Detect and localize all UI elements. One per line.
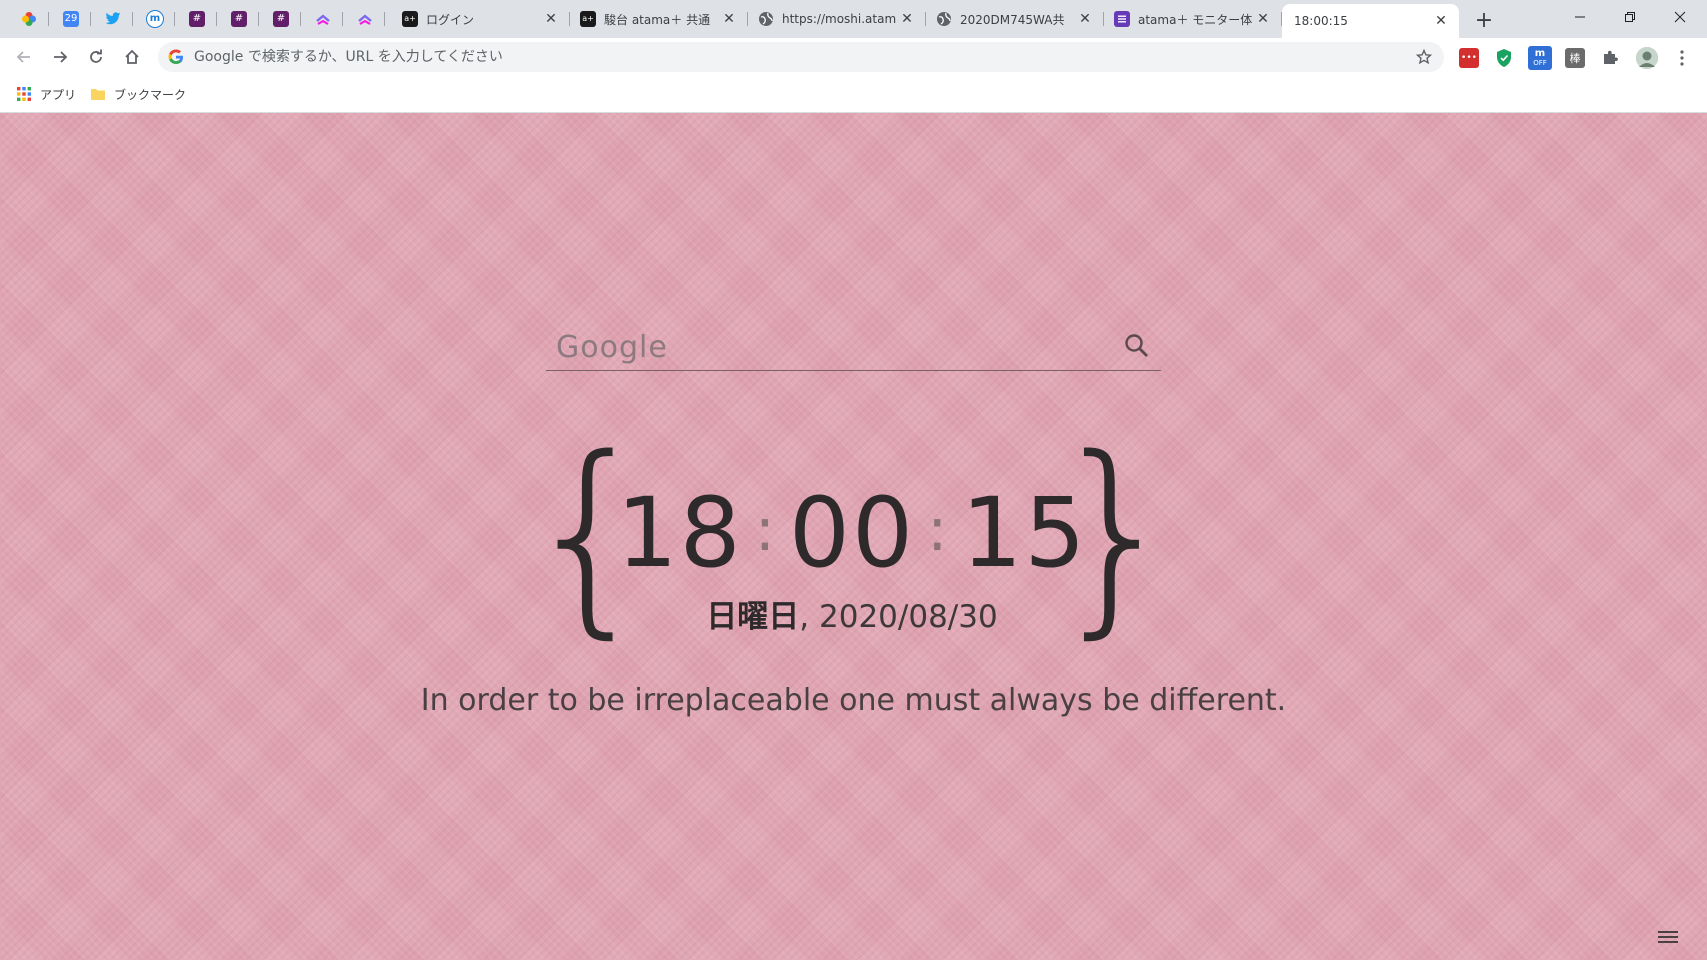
quote-text: In order to be irreplaceable one must al… bbox=[420, 683, 1287, 718]
search-icon[interactable] bbox=[1123, 332, 1151, 360]
forward-button[interactable] bbox=[46, 43, 74, 71]
close-icon[interactable]: ✕ bbox=[1433, 13, 1449, 29]
tab-title: 18:00:15 bbox=[1294, 14, 1348, 28]
hamburger-menu-icon[interactable] bbox=[1657, 928, 1679, 946]
off-label: OFF bbox=[1533, 59, 1547, 67]
tab-sundai-atama[interactable]: a+ 駿台 atama＋ 共通 ✕ bbox=[570, 4, 748, 34]
tab-title: 2020DM745WA共 bbox=[960, 12, 1065, 27]
calendar-icon: 29 bbox=[63, 11, 79, 27]
reload-button[interactable] bbox=[82, 43, 110, 71]
forward-arrow-icon bbox=[54, 51, 68, 63]
google-g-icon bbox=[168, 49, 184, 65]
minimize-button[interactable] bbox=[1555, 0, 1605, 34]
pinned-tab-calendar[interactable]: 29 bbox=[52, 4, 91, 34]
home-button[interactable] bbox=[118, 43, 146, 71]
pinned-tab-slack-1[interactable]: # bbox=[178, 4, 217, 34]
lastpass-icon[interactable]: ••• bbox=[1459, 48, 1479, 68]
date-weekday: 日曜日 bbox=[706, 599, 800, 635]
clock-separator: : bbox=[927, 495, 950, 565]
tab-strip: 29 m # # # a+ ログイン ✕ a+ 駿台 atama＋ 共通 ✕ h… bbox=[0, 0, 1707, 38]
tab-2020dm745wa[interactable]: 2020DM745WA共 ✕ bbox=[926, 4, 1104, 34]
bookmark-star-icon[interactable] bbox=[1414, 47, 1434, 67]
avatar[interactable] bbox=[1636, 47, 1658, 69]
restore-icon bbox=[1625, 12, 1635, 22]
tab-moshi-atama[interactable]: https://moshi.atam ✕ bbox=[748, 4, 926, 34]
clickup-icon bbox=[315, 11, 331, 27]
clock-separator: : bbox=[754, 495, 777, 565]
close-icon[interactable]: ✕ bbox=[721, 11, 737, 27]
reload-icon bbox=[90, 49, 102, 63]
close-icon[interactable]: ✕ bbox=[899, 11, 915, 27]
tab-title: atama＋ モニター体 bbox=[1138, 12, 1253, 27]
pinned-tab-slack-2[interactable]: # bbox=[220, 4, 259, 34]
clock-date: 日曜日, 2020/08/30 bbox=[522, 591, 1182, 636]
close-icon[interactable]: ✕ bbox=[543, 11, 559, 27]
address-input[interactable] bbox=[192, 48, 1396, 66]
new-tab-page: { } 18:00:15 日曜日, 2020/08/30 In order to… bbox=[0, 113, 1707, 960]
pinwheel-icon bbox=[21, 11, 37, 27]
pinned-tab-clickup-2[interactable] bbox=[346, 4, 385, 34]
slack-icon: # bbox=[273, 11, 289, 27]
bookmark-folder[interactable]: ブックマーク bbox=[90, 84, 186, 104]
restore-button[interactable] bbox=[1605, 0, 1655, 34]
plus-icon: + bbox=[1474, 7, 1494, 33]
clock-time: 18:00:15 bbox=[522, 475, 1182, 588]
back-button[interactable] bbox=[10, 43, 38, 71]
tab-title: 駿台 atama＋ 共通 bbox=[604, 12, 711, 27]
kanji-extension-icon[interactable]: 棒 bbox=[1565, 48, 1585, 68]
bookmarks-bar: アプリ ブックマーク bbox=[0, 76, 1707, 113]
slack-icon: # bbox=[189, 11, 205, 27]
clock-seconds: 15 bbox=[961, 477, 1088, 589]
pinned-tab-m[interactable]: m bbox=[136, 4, 175, 34]
atama-icon: a+ bbox=[402, 11, 418, 27]
pinned-tab-photos[interactable] bbox=[10, 4, 49, 34]
search-input[interactable] bbox=[554, 326, 1118, 368]
folder-icon bbox=[91, 89, 105, 100]
m-letter: m bbox=[1534, 48, 1546, 59]
apps-grid-icon bbox=[17, 87, 31, 101]
close-icon[interactable]: ✕ bbox=[1255, 11, 1271, 27]
address-bar[interactable] bbox=[158, 42, 1444, 72]
tab-title: ログイン bbox=[426, 12, 475, 27]
tab-clock-active[interactable]: 18:00:15 ✕ bbox=[1282, 4, 1459, 38]
pinned-tab-twitter[interactable] bbox=[94, 4, 133, 34]
tab-title: https://moshi.atam bbox=[782, 12, 897, 26]
globe-icon bbox=[758, 11, 774, 27]
close-window-button[interactable] bbox=[1655, 0, 1705, 34]
globe-icon bbox=[936, 11, 952, 27]
kebab-menu-icon[interactable] bbox=[1672, 48, 1692, 68]
puzzle-icon[interactable] bbox=[1600, 48, 1620, 68]
google-search-box bbox=[546, 324, 1161, 371]
bookmark-apps[interactable]: アプリ bbox=[16, 84, 76, 104]
tab-login[interactable]: a+ ログイン ✕ bbox=[392, 4, 570, 34]
twitter-icon bbox=[105, 11, 121, 27]
home-icon bbox=[125, 49, 139, 64]
clickup-icon bbox=[357, 11, 373, 27]
date-separator: , bbox=[799, 599, 820, 635]
pinned-tab-slack-3[interactable]: # bbox=[262, 4, 301, 34]
bookmark-label: ブックマーク bbox=[114, 87, 187, 102]
atama-icon: a+ bbox=[580, 11, 596, 27]
date-ymd: 2020/08/30 bbox=[819, 599, 998, 635]
close-icon bbox=[1674, 11, 1686, 23]
clock-minutes: 00 bbox=[788, 477, 916, 589]
tab-atama-monitor[interactable]: atama＋ モニター体 ✕ bbox=[1104, 4, 1282, 34]
new-tab-button[interactable]: + bbox=[1470, 6, 1498, 34]
back-arrow-icon bbox=[16, 51, 30, 63]
clock-widget: { } 18:00:15 日曜日, 2020/08/30 bbox=[522, 430, 1182, 640]
browser-toolbar: ••• m OFF 棒 bbox=[0, 38, 1707, 76]
clock-hours: 18 bbox=[616, 477, 743, 589]
m-icon: m bbox=[146, 10, 164, 28]
slack-icon: # bbox=[231, 11, 247, 27]
pinned-tab-clickup-1[interactable] bbox=[304, 4, 343, 34]
shield-icon[interactable] bbox=[1494, 48, 1514, 68]
bookmark-label: アプリ bbox=[40, 87, 77, 102]
m-off-extension-icon[interactable]: m OFF bbox=[1528, 46, 1552, 70]
forms-icon bbox=[1114, 11, 1130, 27]
minimize-icon bbox=[1575, 16, 1585, 18]
close-icon[interactable]: ✕ bbox=[1077, 11, 1093, 27]
